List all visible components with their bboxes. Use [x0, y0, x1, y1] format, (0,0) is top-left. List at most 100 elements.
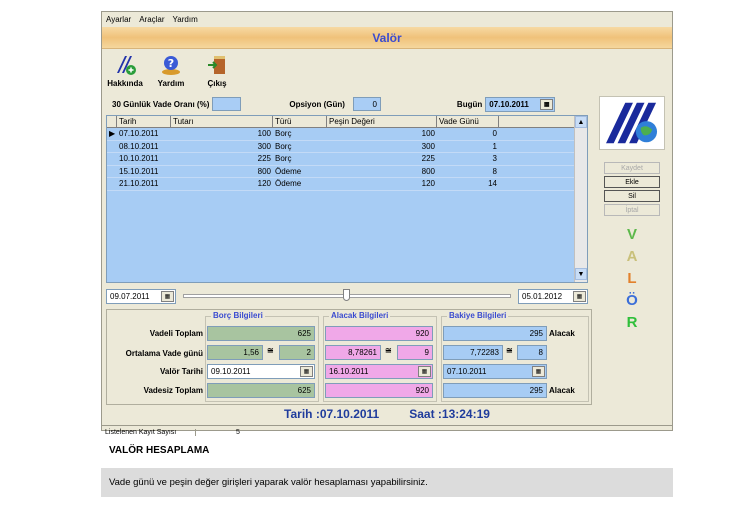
table-cell: 225: [257, 154, 271, 164]
app-window: Ayarlar Araçlar Yardım Valör Hakkında ? …: [101, 11, 673, 436]
opsiyon-label: Opsiyon (Gün): [289, 99, 345, 109]
col-pesin-degeri[interactable]: Peşin Değeri: [327, 116, 437, 127]
help-icon: ?: [162, 56, 180, 75]
exit-button[interactable]: Çıkış: [200, 53, 234, 88]
table-cell: 1: [492, 141, 497, 151]
table-row[interactable]: 15.10.2011 800 Ödeme 800 8: [107, 166, 587, 179]
vade-orani-input[interactable]: [212, 97, 242, 111]
row-indicator: [107, 141, 117, 153]
table-cell: 21.10.2011: [119, 179, 159, 189]
row-indicator: [107, 153, 117, 165]
borc-approx-icon: ≅: [267, 346, 274, 355]
menu-yardim[interactable]: Yardım: [173, 15, 198, 24]
iptal-button[interactable]: İptal: [604, 204, 660, 216]
help-button[interactable]: ? Yardım: [154, 53, 188, 88]
bakiye-vadeli-toplam: 295: [443, 326, 547, 341]
menu-bar: Ayarlar Araçlar Yardım: [102, 12, 672, 27]
bakiye-group-title: Bakiye Bilgileri: [447, 311, 509, 320]
table-cell: 300: [257, 141, 271, 151]
caption-description: Vade günü ve peşin değer girişleri yapar…: [109, 477, 428, 488]
bugun-label: Bugün: [456, 99, 483, 109]
scroll-track[interactable]: [575, 128, 587, 268]
row-indicator: [107, 178, 117, 190]
alacak-ortalama-oran: 8,78261: [325, 345, 381, 360]
about-icon: [117, 56, 136, 75]
calendar-icon[interactable]: ▦: [300, 366, 313, 377]
borc-group-title: Borç Bilgileri: [211, 311, 265, 320]
window-title: Valör: [372, 30, 402, 45]
calendar-icon[interactable]: ▦: [540, 98, 554, 110]
current-date: Tarih :07.10.2011: [284, 407, 380, 421]
table-cell: 225: [421, 154, 435, 164]
sil-button[interactable]: Sil: [604, 190, 660, 202]
bugun-date-picker[interactable]: 07.10.2011 ▦: [485, 96, 556, 112]
alacak-valor-tarihi[interactable]: 16.10.2011 ▦: [325, 364, 433, 379]
table-cell: 800: [257, 166, 271, 176]
bakiye-valor-tarihi-value: 07.10.2011: [447, 367, 487, 376]
ekle-button[interactable]: Ekle: [604, 176, 660, 188]
calendar-icon[interactable]: ▦: [573, 290, 586, 302]
menu-araclar[interactable]: Araçlar: [139, 15, 164, 24]
table-cell: 3: [492, 154, 497, 164]
borc-vadeli-toplam: 625: [207, 326, 315, 341]
alacak-valor-tarihi-value: 16.10.2011: [329, 367, 369, 376]
col-tutari[interactable]: Tutarı: [171, 116, 273, 127]
table-row[interactable]: 08.10.2011 300 Borç 300 1: [107, 141, 587, 154]
table-cell: Borç: [275, 154, 292, 164]
date-range-slider[interactable]: [183, 289, 511, 303]
kaydet-button[interactable]: Kaydet: [604, 162, 660, 174]
toolbar: Hakkında ? Yardım Çıkış: [102, 49, 672, 93]
about-button[interactable]: Hakkında: [107, 53, 143, 88]
valor-letters: VALÖR: [596, 224, 668, 334]
borc-ortalama-gun: 2: [279, 345, 315, 360]
table-cell: 14: [488, 179, 497, 189]
borc-valor-tarihi[interactable]: 09.10.2011 ▦: [207, 364, 315, 379]
status-label: Listelenen Kayıt Sayısı: [102, 428, 196, 436]
scroll-up-icon[interactable]: ▲: [575, 116, 587, 128]
current-time: Saat :13:24:19: [409, 407, 490, 421]
filter-from-value: 09.07.2011: [110, 291, 150, 301]
grid-header: Tarih Tutarı Türü Peşin Değeri Vade Günü: [107, 116, 587, 128]
borc-valor-tarihi-value: 09.10.2011: [211, 367, 251, 376]
calendar-icon[interactable]: ▦: [532, 366, 545, 377]
scroll-down-icon[interactable]: ▼: [575, 268, 587, 280]
col-turu[interactable]: Türü: [273, 116, 327, 127]
filter-from-date[interactable]: 09.07.2011 ▦: [106, 288, 176, 304]
bakiye-valor-tarihi[interactable]: 07.10.2011 ▦: [443, 364, 547, 379]
caption-description-bar: Vade günü ve peşin değer girişleri yapar…: [101, 468, 673, 497]
datetime-bar: Tarih :07.10.2011 Saat :13:24:19: [106, 407, 668, 425]
title-bar: Valör: [102, 27, 672, 49]
summary-panel: Vadeli Toplam Ortalama Vade günü Valör T…: [106, 309, 592, 405]
table-cell: 10.10.2011: [119, 154, 159, 164]
status-bar: Listelenen Kayıt Sayısı 5: [102, 425, 672, 438]
calendar-icon[interactable]: ▦: [418, 366, 431, 377]
table-cell: Ödeme: [275, 166, 302, 176]
alacak-group-title: Alacak Bilgileri: [329, 311, 391, 320]
alacak-vadesiz-toplam: 920: [325, 383, 433, 398]
table-row[interactable]: 21.10.2011 120 Ödeme 120 14: [107, 178, 587, 191]
table-cell: 120: [421, 179, 435, 189]
table-cell: 120: [257, 179, 271, 189]
table-cell: 15.10.2011: [119, 166, 159, 176]
table-row[interactable]: ▶ 07.10.2011 100 Borç 100 0: [107, 128, 587, 141]
calendar-icon[interactable]: ▦: [161, 290, 174, 302]
table-cell: 300: [421, 141, 435, 151]
exit-label: Çıkış: [207, 79, 227, 88]
bakiye-vadesiz-toplam: 295: [443, 383, 547, 398]
grid-scrollbar[interactable]: ▲ ▼: [574, 116, 587, 282]
col-tarih[interactable]: Tarih: [117, 116, 171, 127]
row-indicator: ▶: [109, 129, 116, 138]
records-grid[interactable]: Tarih Tutarı Türü Peşin Değeri Vade Günü…: [106, 115, 588, 283]
col-vade-gunu[interactable]: Vade Günü: [437, 116, 499, 127]
slider-thumb[interactable]: [343, 289, 350, 301]
valor-letter: A: [626, 248, 638, 265]
table-cell: Borç: [275, 129, 292, 138]
bakiye-approx-icon: ≅: [506, 346, 513, 355]
menu-ayarlar[interactable]: Ayarlar: [106, 15, 131, 24]
opsiyon-input[interactable]: 0: [352, 97, 381, 111]
filter-to-date[interactable]: 05.01.2012 ▦: [518, 288, 588, 304]
exit-icon: [208, 56, 225, 74]
label-vadesiz-toplam: Vadesiz Toplam: [143, 386, 203, 395]
valor-letter: Ö: [626, 292, 638, 309]
table-row[interactable]: 10.10.2011 225 Borç 225 3: [107, 153, 587, 166]
